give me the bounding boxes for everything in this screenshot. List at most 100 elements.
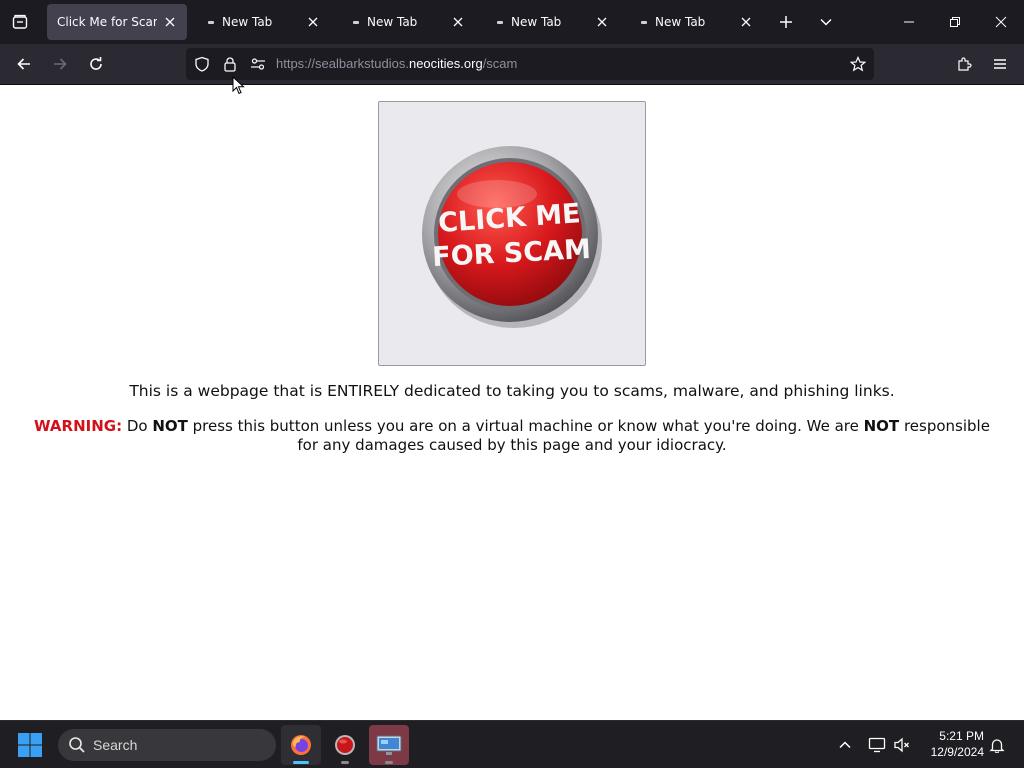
reload-button[interactable] — [82, 50, 110, 78]
warning-text: WARNING: Do NOT press this button unless… — [30, 417, 994, 455]
tracking-protection-button[interactable] — [192, 54, 212, 74]
running-app-indicator — [385, 761, 393, 764]
volume-button[interactable] — [890, 733, 914, 757]
permissions-button[interactable] — [248, 54, 268, 74]
back-arrow-icon — [17, 58, 30, 70]
clock-date: 12/9/2024 — [930, 745, 984, 759]
tab-title: New Tab — [367, 15, 418, 29]
taskbar-app-firefox[interactable] — [281, 725, 321, 765]
firefox-icon — [291, 735, 311, 755]
taskbar-search[interactable]: Search — [58, 729, 276, 761]
close-tab-button[interactable] — [304, 13, 322, 31]
mouse-cursor — [232, 75, 246, 100]
close-tab-button[interactable] — [593, 13, 611, 31]
reload-icon — [90, 57, 102, 70]
url-host: neocities.org — [408, 56, 483, 71]
close-tab-button[interactable] — [737, 13, 755, 31]
minimize-icon — [904, 21, 914, 23]
app-menu-button[interactable] — [986, 50, 1014, 78]
tab-title: New Tab — [511, 15, 562, 29]
star-icon — [850, 56, 866, 72]
active-app-indicator — [293, 761, 309, 764]
red-orb-app-icon — [335, 735, 355, 755]
warning-part: Do — [122, 417, 153, 435]
scam-button-image[interactable]: CLICK ME FOR SCAM — [378, 101, 646, 366]
navigation-toolbar: https://sealbarkstudios.neocities.org/sc… — [0, 44, 1024, 85]
network-status-button[interactable] — [865, 733, 889, 757]
notifications-button[interactable] — [985, 733, 1009, 757]
back-button[interactable] — [10, 50, 38, 78]
url-text[interactable]: https://sealbarkstudios.neocities.org/sc… — [276, 56, 517, 71]
tab-strip: Click Me for Scam! New Tab New Tab New T… — [0, 0, 1024, 44]
warning-part: press this button unless you are on a vi… — [187, 417, 864, 435]
taskbar-clock[interactable]: 5:21 PM 12/9/2024 — [920, 728, 984, 760]
web-page: CLICK ME FOR SCAM This is a webpage that… — [0, 85, 1024, 720]
tab-favicon-placeholder — [497, 20, 503, 24]
site-security-button[interactable] — [220, 54, 240, 74]
tab-title: Click Me for Scam! — [57, 15, 157, 29]
forward-arrow-icon — [54, 58, 67, 70]
lock-icon — [224, 57, 236, 72]
start-button[interactable] — [16, 731, 44, 759]
address-bar[interactable]: https://sealbarkstudios.neocities.org/sc… — [186, 48, 874, 80]
minimize-button[interactable] — [886, 0, 932, 44]
close-tab-button[interactable] — [449, 13, 467, 31]
list-all-tabs-button[interactable] — [814, 10, 838, 34]
taskbar-app-display[interactable] — [369, 725, 409, 765]
new-tab-button[interactable] — [774, 10, 798, 34]
tab-title: New Tab — [222, 15, 273, 29]
speaker-muted-icon — [894, 737, 909, 753]
close-tab-button[interactable] — [161, 13, 179, 31]
close-icon — [597, 17, 607, 27]
intro-text: This is a webpage that is ENTIRELY dedic… — [129, 382, 895, 400]
firefox-view-icon — [12, 14, 28, 29]
chevron-up-icon — [839, 741, 851, 749]
tab-title: New Tab — [655, 15, 706, 29]
restore-button[interactable] — [932, 0, 978, 44]
search-placeholder: Search — [93, 737, 138, 753]
clock-time: 5:21 PM — [939, 729, 984, 743]
tab-favicon-placeholder — [641, 20, 647, 24]
warning-emphasis: NOT — [863, 417, 900, 435]
url-path: /scam — [482, 56, 518, 71]
search-icon — [68, 736, 86, 757]
warning-label: WARNING: — [34, 417, 123, 435]
tab-favicon-placeholder — [353, 20, 359, 24]
url-scheme: https://sealbarkstudios. — [276, 56, 409, 71]
tab-new-tab[interactable]: New Tab — [487, 4, 619, 40]
screen: Click Me for Scam! New Tab New Tab New T… — [0, 0, 1024, 768]
tab-click-me-for-scam[interactable]: Click Me for Scam! — [47, 4, 187, 40]
close-icon — [308, 17, 318, 27]
taskbar: Search 5:21 PM 12/9/2024 — [0, 720, 1024, 768]
running-app-indicator — [341, 761, 349, 764]
restore-icon — [950, 17, 960, 27]
close-icon — [995, 16, 1007, 28]
close-icon — [165, 17, 175, 27]
close-icon — [741, 17, 751, 27]
tab-new-tab[interactable]: New Tab — [343, 4, 475, 40]
click-me-for-scam-button-graphic: CLICK ME FOR SCAM — [422, 145, 602, 328]
pointer-cursor-icon — [232, 75, 245, 95]
monitor-network-icon — [868, 737, 886, 753]
close-window-button[interactable] — [978, 0, 1024, 44]
tab-favicon-placeholder — [208, 20, 214, 24]
chevron-down-icon — [820, 18, 832, 26]
shield-icon — [195, 56, 209, 72]
windows-logo-icon — [18, 733, 42, 757]
show-hidden-icons-button[interactable] — [833, 733, 857, 757]
plus-icon — [780, 16, 792, 28]
extensions-button[interactable] — [950, 50, 978, 78]
tab-new-tab[interactable]: New Tab — [631, 4, 763, 40]
puzzle-icon — [958, 57, 972, 71]
close-icon — [453, 17, 463, 27]
bell-icon — [989, 739, 1005, 753]
hamburger-menu-icon — [994, 59, 1006, 69]
monitor-app-icon — [376, 735, 402, 755]
warning-emphasis: NOT — [152, 417, 188, 435]
taskbar-app-red-orb[interactable] — [325, 725, 365, 765]
tab-new-tab[interactable]: New Tab — [198, 4, 330, 40]
bookmark-star-button[interactable] — [848, 54, 868, 74]
firefox-view-button[interactable] — [8, 10, 32, 34]
settings-sliders-icon — [251, 58, 265, 70]
forward-button[interactable] — [46, 50, 74, 78]
